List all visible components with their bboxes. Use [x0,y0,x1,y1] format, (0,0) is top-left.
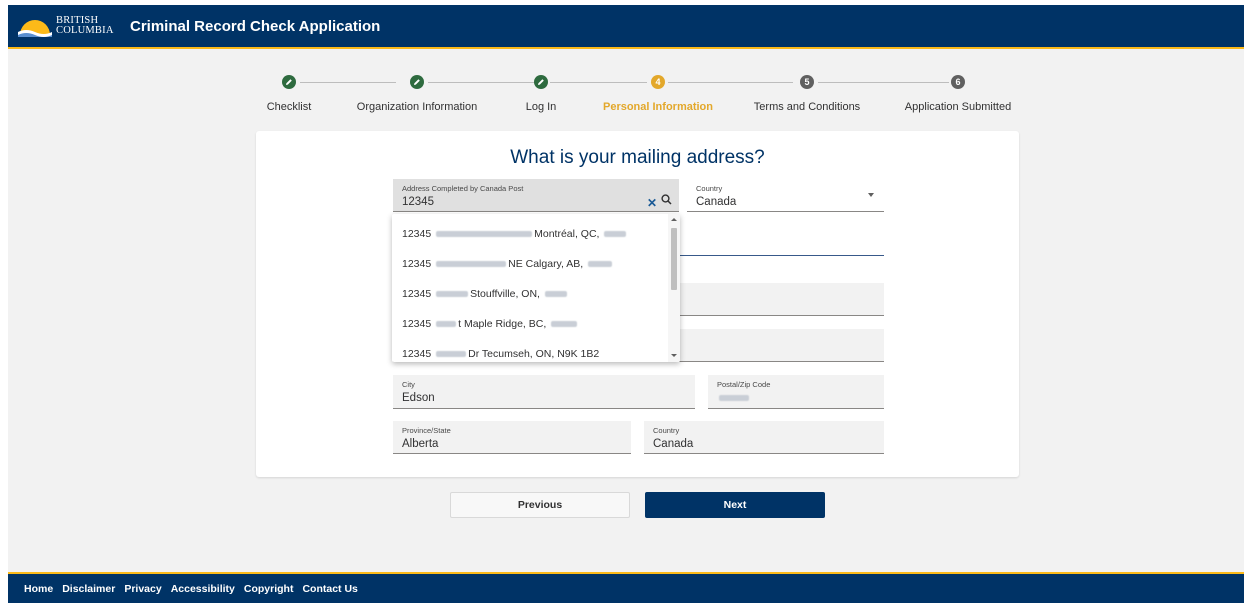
app-header: BRITISH COLUMBIA Criminal Record Check A… [8,5,1244,49]
app-title: Criminal Record Check Application [130,18,381,35]
city-field[interactable]: City Edson [393,375,695,409]
step-checklist[interactable]: Checklist [219,75,359,113]
step-number-badge: 6 [951,75,965,89]
next-button[interactable]: Next [645,492,825,518]
city-label: City [402,380,415,389]
step-organization-information[interactable]: Organization Information [347,75,487,113]
scroll-up-icon[interactable] [671,218,677,221]
step-personal-information[interactable]: 4 Personal Information [588,75,728,113]
previous-button[interactable]: Previous [450,492,630,518]
province-field[interactable]: Province/State Alberta [393,421,631,454]
step-application-submitted[interactable]: 6 Application Submitted [888,75,1028,113]
footer-link-copyright[interactable]: Copyright [244,583,294,595]
step-label: Application Submitted [904,101,1012,113]
pencil-icon [410,75,424,89]
footer-link-contact-us[interactable]: Contact Us [302,583,357,595]
footer-link-accessibility[interactable]: Accessibility [171,583,235,595]
sun-icon [18,20,52,37]
chevron-down-icon [868,193,874,197]
suggestion-item[interactable]: 12345 Stouffville, ON, [402,288,569,300]
address-search-input[interactable]: Address Completed by Canada Post 12345 ✕ [393,179,679,212]
address-search-label: Address Completed by Canada Post [402,184,524,193]
step-label: Personal Information [602,101,714,113]
country-field[interactable]: Country Canada [644,421,884,454]
progress-stepper: Checklist Organization Information Log I… [258,75,1018,125]
suggestion-item[interactable]: 12345 Montréal, QC, [402,228,628,240]
city-value: Edson [402,392,435,404]
search-icon[interactable] [661,194,672,205]
app-footer: Home Disclaimer Privacy Accessibility Co… [8,572,1244,603]
suggestion-item[interactable]: 12345 NE Calgary, AB, [402,258,614,270]
pencil-icon [534,75,548,89]
step-label: Organization Information [356,101,478,113]
address-suggestions-dropdown: 12345 Montréal, QC, 12345 NE Calgary, AB… [392,214,680,362]
postal-code-value [717,392,751,404]
address-search-value: 12345 [402,196,434,208]
footer-link-privacy[interactable]: Privacy [124,583,161,595]
province-value: Alberta [402,438,439,450]
country-select-label: Country [696,184,723,193]
suggestion-item[interactable]: 12345 t Maple Ridge, BC, [402,318,579,330]
country-select-value: Canada [696,196,737,208]
step-number-badge: 5 [800,75,814,89]
step-terms-and-conditions[interactable]: 5 Terms and Conditions [737,75,877,113]
province-label: Province/State [402,426,451,435]
footer-link-home[interactable]: Home [24,583,53,595]
step-number-badge: 4 [651,75,665,89]
postal-code-field[interactable]: Postal/Zip Code [708,375,884,409]
country-label: Country [653,426,680,435]
country-value: Canada [653,438,694,450]
bc-gov-logo[interactable]: BRITISH COLUMBIA [18,13,118,39]
postal-code-label: Postal/Zip Code [717,380,771,389]
clear-icon[interactable]: ✕ [647,196,657,210]
scroll-down-icon[interactable] [671,354,677,357]
form-title: What is your mailing address? [510,147,765,168]
scrollbar-thumb[interactable] [671,228,677,290]
suggestion-item[interactable]: 12345 Dr Tecumseh, ON, N9K 1B2 [402,348,599,360]
footer-link-disclaimer[interactable]: Disclaimer [62,583,115,595]
step-label: Checklist [266,101,312,113]
pencil-icon [282,75,296,89]
step-label: Terms and Conditions [753,101,861,113]
app-frame: BRITISH COLUMBIA Criminal Record Check A… [8,5,1244,603]
logo-line2: COLUMBIA [56,25,114,36]
country-select[interactable]: Country Canada [687,179,884,212]
